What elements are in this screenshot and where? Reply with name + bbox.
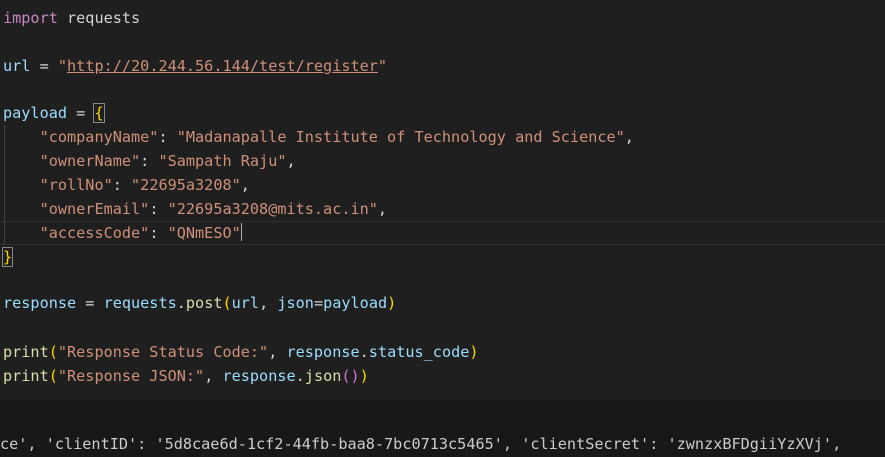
variable-ref: response	[222, 367, 296, 385]
code-line-9[interactable]: "ownerEmail": "22695a3208@mits.ac.in",	[3, 197, 388, 221]
url-link[interactable]: http://20.244.56.144/test/register	[67, 57, 378, 75]
dict-key: "ownerEmail"	[39, 200, 150, 218]
comma: ,	[377, 200, 388, 218]
dot: .	[176, 294, 186, 312]
code-line-7[interactable]: "ownerName": "Sampath Raju",	[3, 149, 296, 173]
variable-url: url	[3, 57, 31, 75]
paren: )	[387, 294, 397, 312]
paren: ()	[341, 367, 360, 385]
paren: (	[222, 294, 232, 312]
text-cursor	[240, 223, 242, 241]
code-line-1[interactable]: import requests	[3, 6, 140, 30]
attribute: status_code	[368, 343, 470, 361]
paren: )	[359, 367, 369, 385]
code-line-10[interactable]: "accessCode": "QNmESO"	[3, 221, 242, 245]
operator: =	[67, 104, 95, 122]
dict-value: "QNmESO"	[167, 224, 241, 242]
code-line-3[interactable]: url = "http://20.244.56.144/test/registe…	[3, 54, 387, 78]
arg: payload	[323, 294, 388, 312]
comma: ,	[624, 128, 634, 146]
dict-key: "rollNo"	[39, 176, 113, 194]
colon: :	[158, 128, 177, 146]
code-editor[interactable]: import requests url = "http://20.244.56.…	[0, 0, 885, 400]
code-line-5[interactable]: payload = {	[3, 101, 105, 125]
operator: =	[313, 294, 324, 312]
operator: =	[76, 294, 104, 312]
module-ref: requests	[103, 294, 177, 312]
module-name: requests	[57, 9, 141, 27]
string-literal: "Response Status Code:"	[57, 343, 269, 361]
string-literal: "Response JSON:"	[57, 367, 205, 385]
method-json: json	[304, 367, 342, 385]
quote: "	[57, 57, 68, 75]
function-print: print	[3, 367, 49, 385]
dict-value: "Sampath Raju"	[158, 152, 287, 170]
comma: ,	[286, 152, 296, 170]
arg: url	[231, 294, 260, 312]
paren: (	[48, 367, 58, 385]
code-line-13[interactable]: response = requests.post(url, json=paylo…	[3, 291, 396, 315]
dot: .	[359, 343, 369, 361]
comma: ,	[240, 176, 250, 194]
comma: ,	[259, 294, 278, 312]
function-post: post	[185, 294, 223, 312]
dot: .	[295, 367, 305, 385]
dict-value: "Madanapalle Institute of Technology and…	[176, 128, 625, 146]
dict-value: "22695a3208"	[131, 176, 241, 194]
dict-key: "companyName"	[39, 128, 159, 146]
colon: :	[140, 152, 159, 170]
colon: :	[149, 200, 168, 218]
quote: "	[377, 57, 388, 75]
open-brace: {	[93, 103, 105, 123]
colon: :	[149, 224, 168, 242]
code-line-6[interactable]: "companyName": "Madanapalle Institute of…	[3, 125, 634, 149]
colon: :	[112, 176, 132, 194]
terminal-output: ce', 'clientID': '5d8cae6d-1cf2-44fb-baa…	[0, 435, 842, 453]
dict-key: "ownerName"	[39, 152, 141, 170]
code-line-11[interactable]: }	[1, 245, 14, 269]
code-line-15[interactable]: print("Response Status Code:", response.…	[3, 340, 479, 364]
comma: ,	[268, 343, 287, 361]
code-line-16[interactable]: print("Response JSON:", response.json())	[3, 364, 369, 388]
comma: ,	[204, 367, 223, 385]
keyword-import: import	[3, 9, 58, 27]
code-line-8[interactable]: "rollNo": "22695a3208",	[3, 173, 250, 197]
variable-payload: payload	[3, 104, 68, 122]
variable-response: response	[3, 294, 77, 312]
operator: =	[30, 57, 58, 75]
function-print: print	[3, 343, 49, 361]
paren: )	[469, 343, 479, 361]
kwarg-name: json	[277, 294, 314, 312]
dict-value: "22695a3208@mits.ac.in"	[167, 200, 378, 218]
dict-key: "accessCode"	[39, 224, 150, 242]
paren: (	[48, 343, 58, 361]
variable-ref: response	[286, 343, 360, 361]
close-brace: }	[1, 247, 14, 267]
